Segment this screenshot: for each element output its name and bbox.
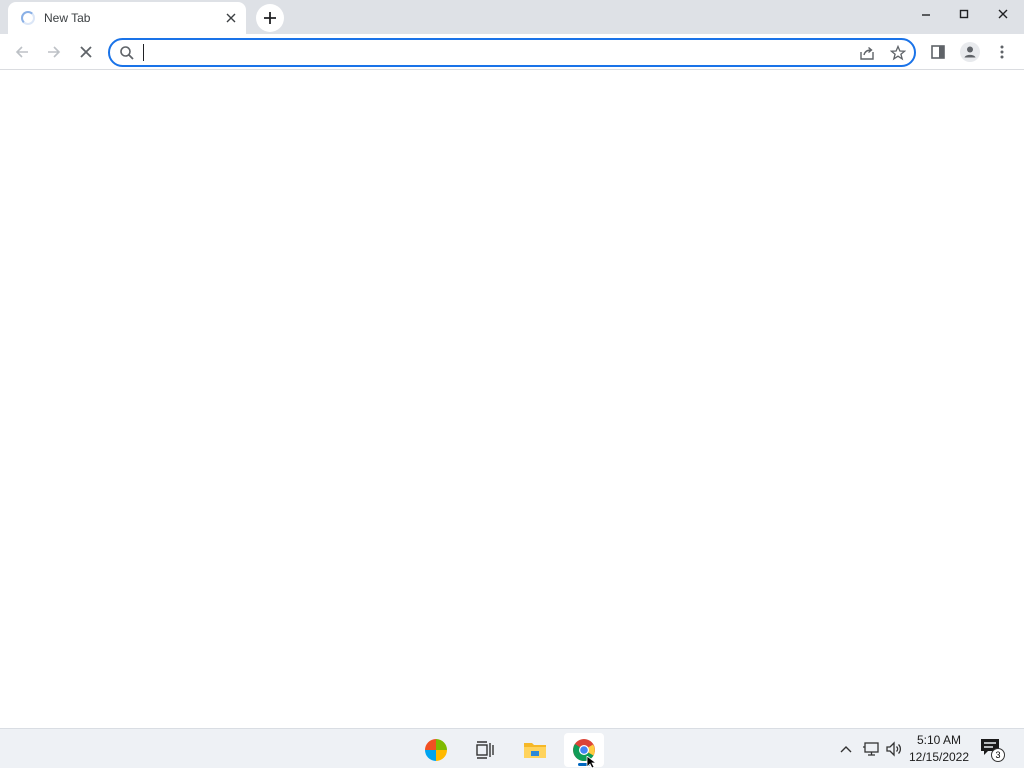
clock-date: 12/15/2022 bbox=[908, 750, 970, 764]
arrow-left-icon bbox=[15, 46, 28, 58]
side-panel-button[interactable] bbox=[924, 38, 952, 66]
taskbar-task-view-button[interactable] bbox=[465, 733, 505, 767]
side-panel-icon bbox=[931, 45, 945, 59]
tab-close-button[interactable] bbox=[222, 9, 240, 27]
windows-logo-icon bbox=[425, 739, 447, 761]
network-button[interactable] bbox=[861, 739, 881, 759]
close-window-button[interactable] bbox=[983, 0, 1023, 28]
profile-button[interactable] bbox=[956, 38, 984, 66]
taskbar-start-button[interactable] bbox=[416, 733, 456, 767]
loading-spinner-icon bbox=[21, 11, 35, 25]
maximize-icon bbox=[959, 9, 969, 19]
notification-count-badge: 3 bbox=[991, 748, 1005, 762]
minimize-button[interactable] bbox=[906, 0, 946, 28]
new-tab-button[interactable] bbox=[256, 4, 284, 32]
stop-loading-button[interactable] bbox=[72, 38, 100, 66]
tab-strip: New Tab bbox=[0, 0, 1024, 34]
taskbar-chrome-button[interactable] bbox=[564, 733, 604, 767]
chevron-up-icon bbox=[840, 746, 852, 753]
bookmark-button[interactable] bbox=[888, 43, 908, 63]
more-vertical-icon bbox=[1000, 45, 1004, 59]
network-icon bbox=[863, 742, 879, 756]
notification-center-button[interactable]: 3 bbox=[980, 738, 1005, 762]
text-caret bbox=[143, 44, 144, 61]
minimize-icon bbox=[922, 14, 930, 16]
clock-time: 5:10 AM bbox=[916, 733, 962, 747]
share-button[interactable] bbox=[857, 43, 877, 63]
menu-button[interactable] bbox=[988, 38, 1016, 66]
folder-icon bbox=[524, 743, 546, 758]
mouse-cursor-icon bbox=[586, 756, 596, 768]
plus-icon bbox=[264, 12, 276, 24]
arrow-right-icon bbox=[48, 46, 61, 58]
taskbar: 5:10 AM 12/15/2022 3 bbox=[0, 728, 1024, 768]
address-input[interactable] bbox=[142, 42, 842, 63]
close-icon bbox=[80, 46, 92, 58]
close-icon bbox=[226, 13, 236, 23]
maximize-button[interactable] bbox=[944, 0, 984, 28]
browser-toolbar bbox=[0, 34, 1024, 70]
volume-icon bbox=[886, 741, 902, 757]
taskbar-file-explorer-button[interactable] bbox=[515, 733, 555, 767]
volume-button[interactable] bbox=[884, 739, 904, 759]
share-icon bbox=[860, 46, 874, 60]
forward-button[interactable] bbox=[40, 38, 68, 66]
taskbar-clock[interactable]: 5:10 AM 12/15/2022 bbox=[904, 732, 974, 766]
back-button[interactable] bbox=[8, 38, 36, 66]
star-icon bbox=[890, 45, 906, 61]
search-icon bbox=[120, 46, 134, 60]
page-content bbox=[0, 71, 1024, 728]
tab-title: New Tab bbox=[44, 11, 91, 25]
show-hidden-icons-button[interactable] bbox=[836, 739, 856, 759]
tab-new-tab[interactable]: New Tab bbox=[8, 2, 246, 34]
task-view-icon bbox=[476, 741, 494, 759]
address-bar[interactable] bbox=[108, 38, 916, 67]
profile-icon bbox=[960, 42, 980, 62]
close-icon bbox=[998, 9, 1008, 19]
